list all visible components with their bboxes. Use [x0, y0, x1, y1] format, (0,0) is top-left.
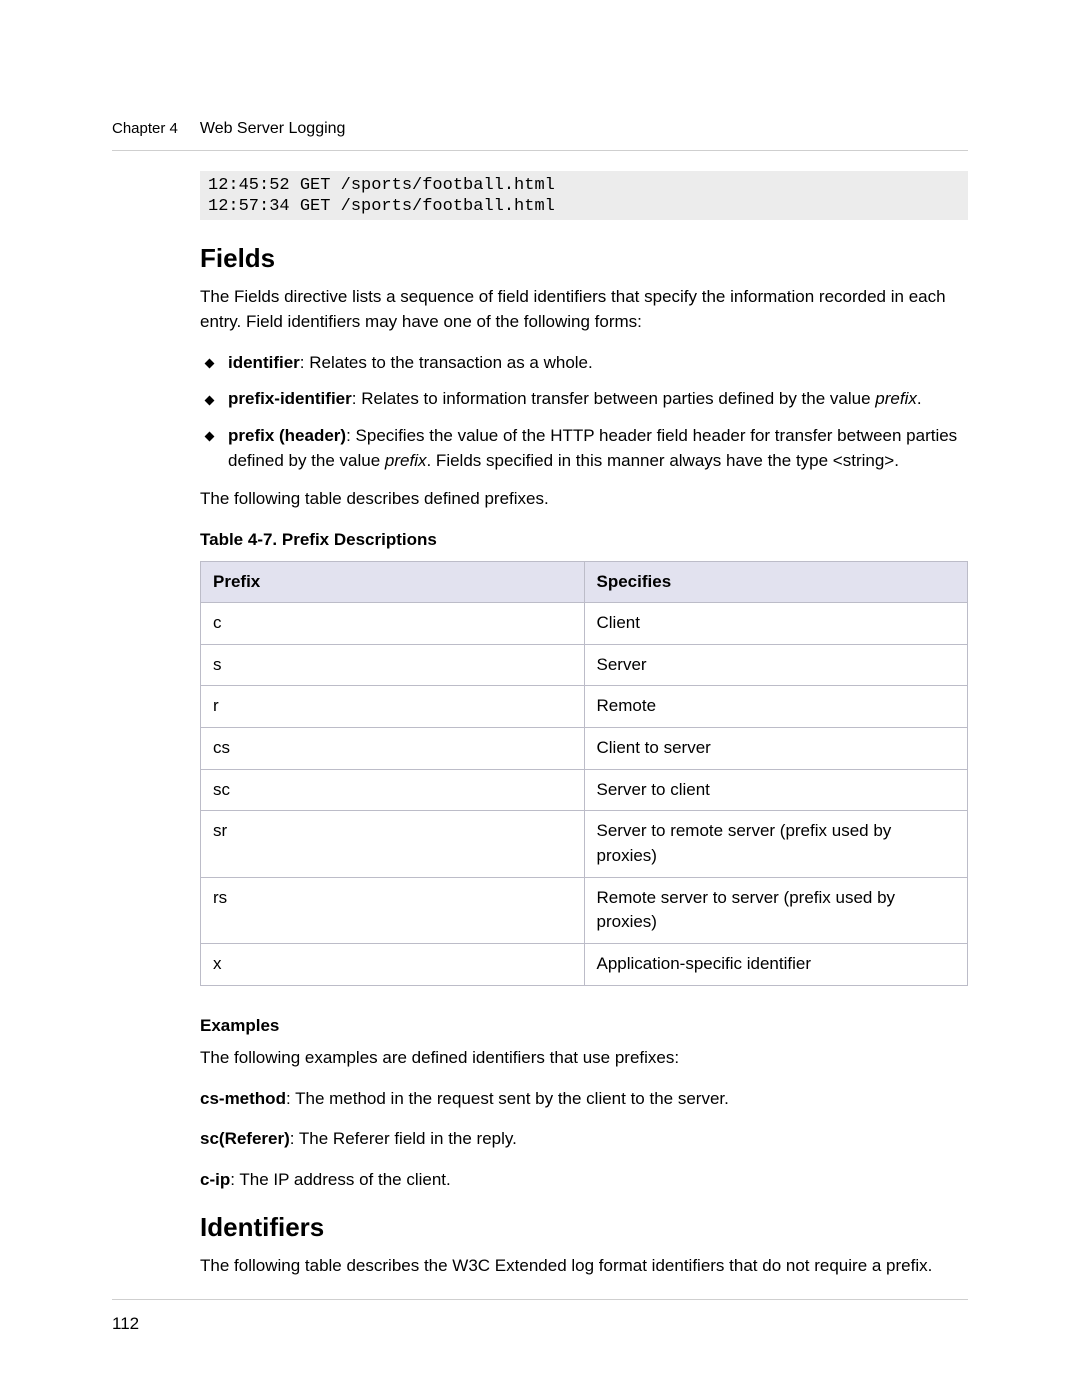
cell-prefix: r: [201, 686, 585, 728]
bullet-item: identifier: Relates to the transaction a…: [200, 351, 968, 376]
section-heading-identifiers: Identifiers: [200, 1209, 968, 1247]
page-footer: 112: [112, 1299, 968, 1337]
page: Chapter 4 Web Server Logging 12:45:52 GE…: [0, 0, 1080, 1397]
example-desc: : The method in the request sent by the …: [286, 1089, 729, 1108]
cell-prefix: sc: [201, 769, 585, 811]
cell-prefix: c: [201, 603, 585, 645]
example-term: c-ip: [200, 1170, 230, 1189]
content-body: 12:45:52 GET /sports/football.html 12:57…: [200, 171, 968, 1279]
cell-spec: Server to remote server (prefix used by …: [584, 811, 968, 877]
bullet-desc-post: .: [917, 389, 922, 408]
cell-prefix: rs: [201, 877, 585, 943]
fields-intro: The Fields directive lists a sequence of…: [200, 285, 968, 334]
cell-spec: Remote server to server (prefix used by …: [584, 877, 968, 943]
cell-spec: Remote: [584, 686, 968, 728]
example-line: sc(Referer): The Referer field in the re…: [200, 1127, 968, 1152]
bullet-desc: : Relates to the transaction as a whole.: [300, 353, 593, 372]
identifiers-intro: The following table describes the W3C Ex…: [200, 1254, 968, 1279]
cell-spec: Application-specific identifier: [584, 943, 968, 985]
example-desc: : The Referer field in the reply.: [290, 1129, 517, 1148]
bullet-desc-pre: : Relates to information transfer betwee…: [352, 389, 876, 408]
examples-heading: Examples: [200, 1014, 968, 1039]
table-row: sr Server to remote server (prefix used …: [201, 811, 968, 877]
table-row: s Server: [201, 644, 968, 686]
bullet-term: prefix (header): [228, 426, 346, 445]
table-caption: Table 4-7. Prefix Descriptions: [200, 528, 968, 553]
fields-after-bullets: The following table describes defined pr…: [200, 487, 968, 512]
bullet-item: prefix (header): Specifies the value of …: [200, 424, 968, 473]
table-header-specifies: Specifies: [584, 561, 968, 603]
cell-prefix: s: [201, 644, 585, 686]
fields-bullet-list: identifier: Relates to the transaction a…: [200, 351, 968, 474]
example-term: cs-method: [200, 1089, 286, 1108]
bullet-desc-italic: prefix: [385, 451, 427, 470]
example-term: sc(Referer): [200, 1129, 290, 1148]
running-header: Chapter 4 Web Server Logging: [112, 117, 968, 151]
cell-spec: Server to client: [584, 769, 968, 811]
section-heading-fields: Fields: [200, 240, 968, 278]
header-title: Web Server Logging: [200, 117, 346, 140]
chapter-label: Chapter 4: [112, 118, 178, 140]
cell-prefix: sr: [201, 811, 585, 877]
examples-intro: The following examples are defined ident…: [200, 1046, 968, 1071]
bullet-desc-italic: prefix: [875, 389, 917, 408]
cell-spec: Client to server: [584, 728, 968, 770]
table-row: cs Client to server: [201, 728, 968, 770]
example-line: cs-method: The method in the request sen…: [200, 1087, 968, 1112]
cell-spec: Server: [584, 644, 968, 686]
cell-spec: Client: [584, 603, 968, 645]
table-row: sc Server to client: [201, 769, 968, 811]
page-number: 112: [112, 1314, 139, 1333]
cell-prefix: cs: [201, 728, 585, 770]
code-block: 12:45:52 GET /sports/football.html 12:57…: [200, 171, 968, 220]
bullet-desc-post: . Fields specified in this manner always…: [426, 451, 898, 470]
bullet-item: prefix-identifier: Relates to informatio…: [200, 387, 968, 412]
prefix-table: Prefix Specifies c Client s Server r Rem…: [200, 561, 968, 986]
example-line: c-ip: The IP address of the client.: [200, 1168, 968, 1193]
table-row: r Remote: [201, 686, 968, 728]
table-header-prefix: Prefix: [201, 561, 585, 603]
table-row: c Client: [201, 603, 968, 645]
table-row: x Application-specific identifier: [201, 943, 968, 985]
example-desc: : The IP address of the client.: [230, 1170, 451, 1189]
bullet-term: prefix-identifier: [228, 389, 352, 408]
table-header-row: Prefix Specifies: [201, 561, 968, 603]
bullet-term: identifier: [228, 353, 300, 372]
cell-prefix: x: [201, 943, 585, 985]
table-row: rs Remote server to server (prefix used …: [201, 877, 968, 943]
